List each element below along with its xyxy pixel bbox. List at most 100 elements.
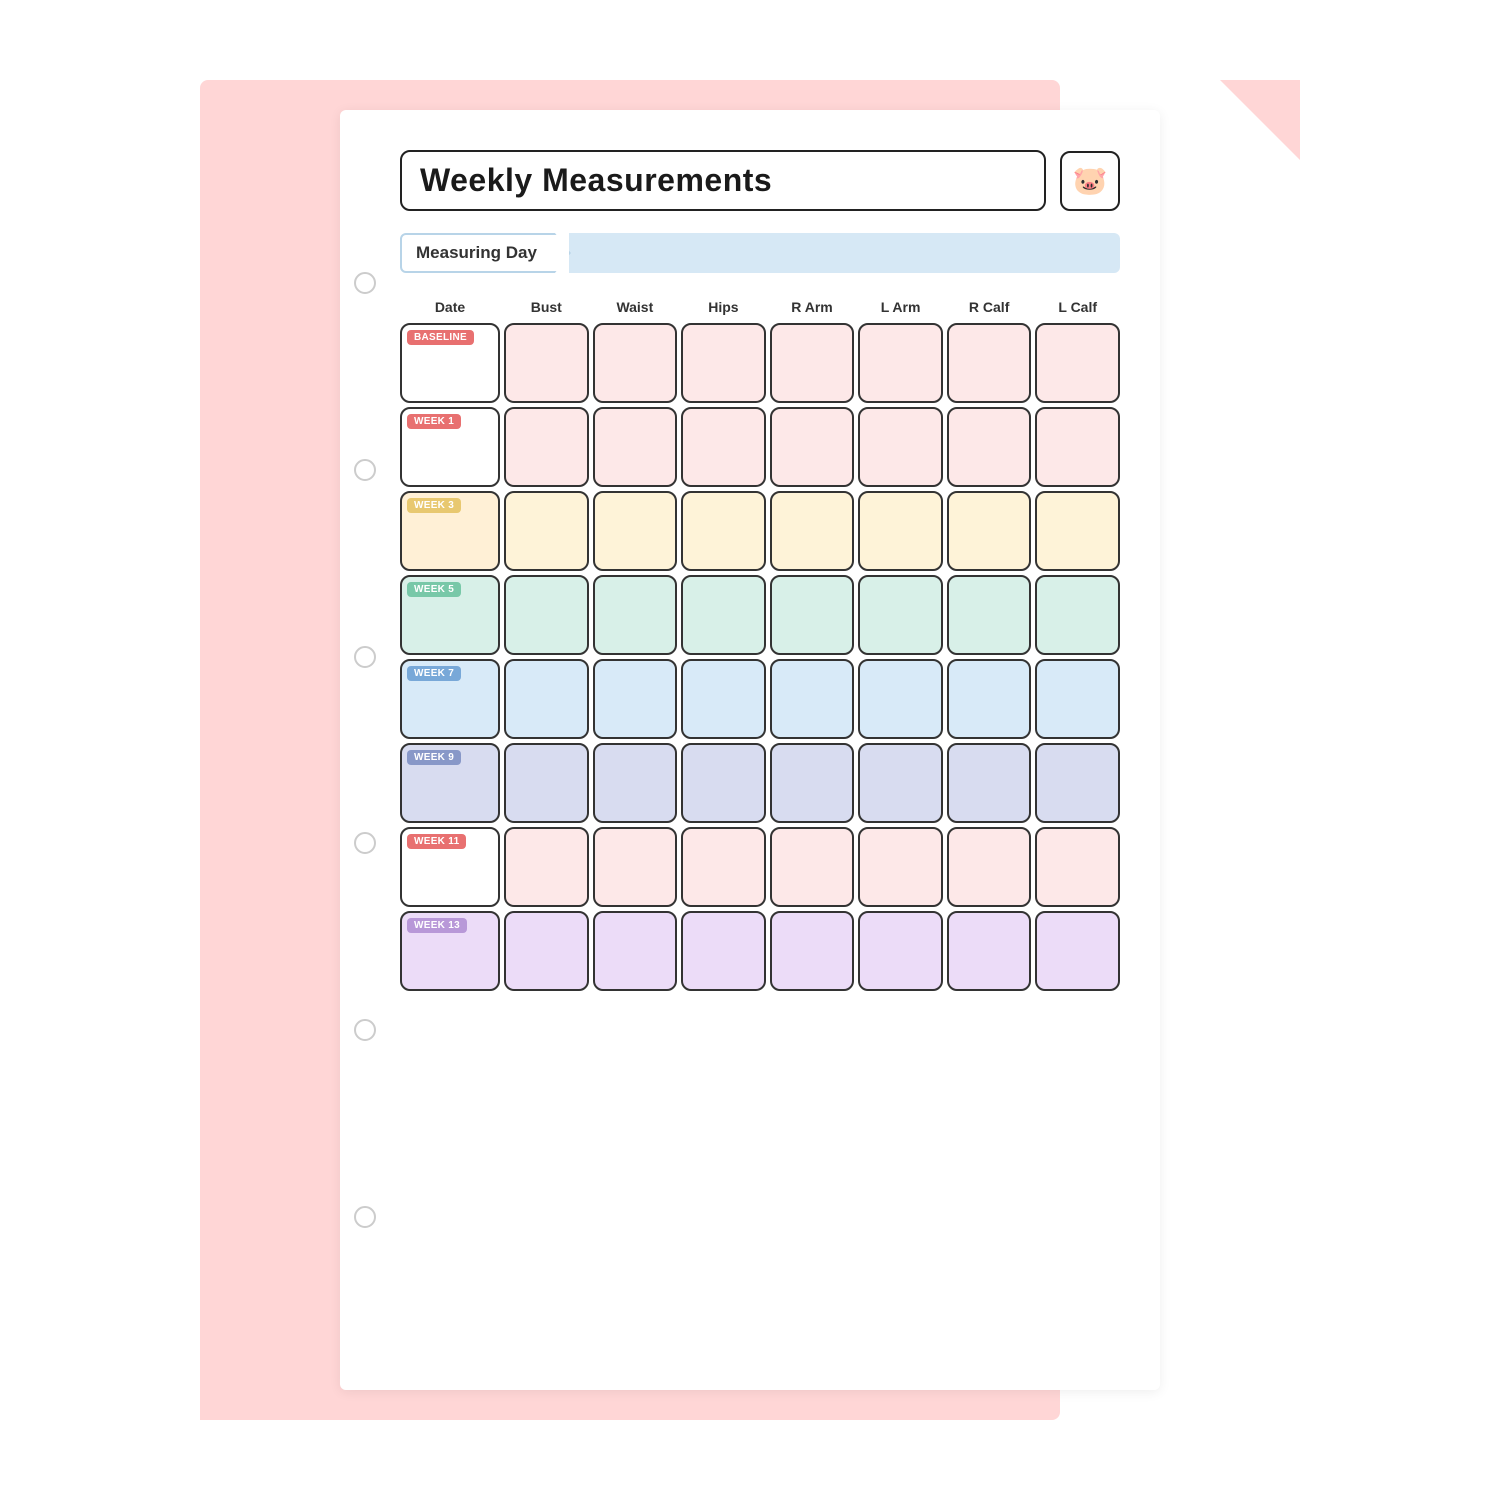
data-cell-r1-c2[interactable] xyxy=(681,407,766,487)
icon-box: 🐷 xyxy=(1060,151,1120,211)
data-cell-r3-c4[interactable] xyxy=(858,575,943,655)
col-header-lcalf: L Calf xyxy=(1035,295,1120,319)
data-cell-r5-c2[interactable] xyxy=(681,743,766,823)
hole-1 xyxy=(354,272,376,294)
data-cell-r4-c4[interactable] xyxy=(858,659,943,739)
data-cell-r2-c6[interactable] xyxy=(1035,491,1120,571)
row-label-0[interactable]: BASELINE xyxy=(400,323,500,403)
data-cell-r7-c1[interactable] xyxy=(593,911,678,991)
data-cell-r3-c0[interactable] xyxy=(504,575,589,655)
measuring-day-tag: Measuring Day xyxy=(400,233,571,273)
data-cell-r7-c3[interactable] xyxy=(770,911,855,991)
col-header-larm: L Arm xyxy=(858,295,943,319)
data-cell-r1-c1[interactable] xyxy=(593,407,678,487)
data-cell-r0-c1[interactable] xyxy=(593,323,678,403)
table-header: Date Bust Waist Hips R Arm L Arm R Calf … xyxy=(400,295,1120,319)
data-cell-r6-c5[interactable] xyxy=(947,827,1032,907)
row-label-5[interactable]: WEEK 9 xyxy=(400,743,500,823)
row-badge: BASELINE xyxy=(407,330,474,345)
table-row: BASELINE xyxy=(400,323,1120,403)
data-cell-r0-c4[interactable] xyxy=(858,323,943,403)
table-row: WEEK 1 xyxy=(400,407,1120,487)
data-cell-r3-c1[interactable] xyxy=(593,575,678,655)
row-label-4[interactable]: WEEK 7 xyxy=(400,659,500,739)
col-header-waist: Waist xyxy=(593,295,678,319)
data-cell-r5-c6[interactable] xyxy=(1035,743,1120,823)
data-cell-r3-c5[interactable] xyxy=(947,575,1032,655)
row-label-1[interactable]: WEEK 1 xyxy=(400,407,500,487)
col-header-rcalf: R Calf xyxy=(947,295,1032,319)
data-cell-r5-c5[interactable] xyxy=(947,743,1032,823)
data-cell-r2-c1[interactable] xyxy=(593,491,678,571)
row-badge: WEEK 7 xyxy=(407,666,461,681)
data-cell-r6-c2[interactable] xyxy=(681,827,766,907)
data-cell-r6-c3[interactable] xyxy=(770,827,855,907)
page-outer: Weekly Measurements 🐷 Measuring Day Date… xyxy=(0,0,1500,1500)
row-badge: WEEK 13 xyxy=(407,918,467,933)
row-label-7[interactable]: WEEK 13 xyxy=(400,911,500,991)
row-badge: WEEK 3 xyxy=(407,498,461,513)
data-cell-r5-c1[interactable] xyxy=(593,743,678,823)
data-cell-r3-c3[interactable] xyxy=(770,575,855,655)
col-header-hips: Hips xyxy=(681,295,766,319)
data-cell-r3-c2[interactable] xyxy=(681,575,766,655)
data-cell-r7-c0[interactable] xyxy=(504,911,589,991)
data-cell-r1-c4[interactable] xyxy=(858,407,943,487)
table-row: WEEK 13 xyxy=(400,911,1120,991)
row-label-2[interactable]: WEEK 3 xyxy=(400,491,500,571)
data-cell-r4-c2[interactable] xyxy=(681,659,766,739)
flamingo-icon: 🐷 xyxy=(1073,164,1108,197)
data-cell-r5-c4[interactable] xyxy=(858,743,943,823)
data-cell-r6-c0[interactable] xyxy=(504,827,589,907)
data-cell-r7-c4[interactable] xyxy=(858,911,943,991)
table-body: BASELINE WEEK 1 WEEK 3 WEEK 5 WEEK 7 WEEK 9 WE… xyxy=(400,323,1120,991)
row-label-3[interactable]: WEEK 5 xyxy=(400,575,500,655)
data-cell-r1-c3[interactable] xyxy=(770,407,855,487)
row-badge: WEEK 5 xyxy=(407,582,461,597)
data-cell-r0-c3[interactable] xyxy=(770,323,855,403)
measuring-day-bar xyxy=(569,233,1120,273)
table-row: WEEK 9 xyxy=(400,743,1120,823)
data-cell-r0-c5[interactable] xyxy=(947,323,1032,403)
data-cell-r5-c3[interactable] xyxy=(770,743,855,823)
col-header-date: Date xyxy=(400,295,500,319)
data-cell-r6-c1[interactable] xyxy=(593,827,678,907)
measuring-day-label: Measuring Day xyxy=(416,243,537,262)
data-cell-r6-c6[interactable] xyxy=(1035,827,1120,907)
data-cell-r1-c6[interactable] xyxy=(1035,407,1120,487)
data-cell-r0-c0[interactable] xyxy=(504,323,589,403)
data-cell-r2-c3[interactable] xyxy=(770,491,855,571)
data-cell-r5-c0[interactable] xyxy=(504,743,589,823)
hole-6 xyxy=(354,1206,376,1228)
data-cell-r6-c4[interactable] xyxy=(858,827,943,907)
data-cell-r2-c2[interactable] xyxy=(681,491,766,571)
col-header-rarm: R Arm xyxy=(770,295,855,319)
table-row: WEEK 5 xyxy=(400,575,1120,655)
data-cell-r4-c6[interactable] xyxy=(1035,659,1120,739)
data-cell-r7-c5[interactable] xyxy=(947,911,1032,991)
data-cell-r4-c1[interactable] xyxy=(593,659,678,739)
data-cell-r4-c0[interactable] xyxy=(504,659,589,739)
data-cell-r4-c5[interactable] xyxy=(947,659,1032,739)
page-card: Weekly Measurements 🐷 Measuring Day Date… xyxy=(340,110,1160,1390)
data-cell-r2-c5[interactable] xyxy=(947,491,1032,571)
hole-2 xyxy=(354,459,376,481)
page-title: Weekly Measurements xyxy=(400,150,1046,211)
pink-triangle-top xyxy=(1220,80,1300,160)
data-cell-r7-c2[interactable] xyxy=(681,911,766,991)
data-cell-r2-c4[interactable] xyxy=(858,491,943,571)
hole-5 xyxy=(354,1019,376,1041)
data-cell-r0-c2[interactable] xyxy=(681,323,766,403)
hole-4 xyxy=(354,832,376,854)
data-cell-r0-c6[interactable] xyxy=(1035,323,1120,403)
data-cell-r1-c0[interactable] xyxy=(504,407,589,487)
table-row: WEEK 3 xyxy=(400,491,1120,571)
data-cell-r1-c5[interactable] xyxy=(947,407,1032,487)
data-cell-r2-c0[interactable] xyxy=(504,491,589,571)
data-cell-r3-c6[interactable] xyxy=(1035,575,1120,655)
row-label-6[interactable]: WEEK 11 xyxy=(400,827,500,907)
title-row: Weekly Measurements 🐷 xyxy=(400,150,1120,211)
row-badge: WEEK 11 xyxy=(407,834,466,849)
data-cell-r4-c3[interactable] xyxy=(770,659,855,739)
data-cell-r7-c6[interactable] xyxy=(1035,911,1120,991)
